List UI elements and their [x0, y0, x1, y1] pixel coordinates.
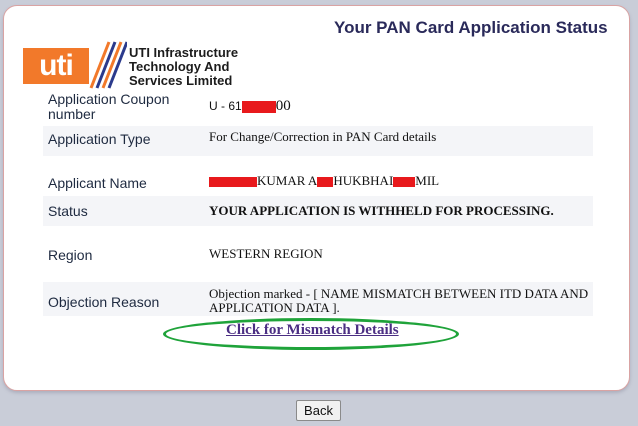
- applicant-name-value: KUMAR A HUKBHAI MIL: [209, 174, 439, 188]
- uti-logo: uti UTI Infrastructure Technology And Se…: [23, 40, 238, 90]
- back-button[interactable]: Back: [296, 400, 341, 421]
- objection-reason-value: Objection marked - [ NAME MISMATCH BETWE…: [209, 286, 589, 315]
- objection-reason-label: Objection Reason: [48, 294, 160, 310]
- redaction-mark: [393, 177, 416, 188]
- redaction-mark: [209, 177, 257, 188]
- application-type-value: For Change/Correction in PAN Card detail…: [209, 129, 437, 144]
- logo-stripes-icon: [89, 41, 127, 89]
- mismatch-details-link[interactable]: Click for Mismatch Details: [226, 322, 399, 339]
- coupon-value: U - 61 00: [209, 98, 291, 114]
- company-name: UTI Infrastructure Technology And Servic…: [129, 45, 239, 88]
- applicant-name-label: Applicant Name: [48, 175, 147, 191]
- redaction-mark: [317, 177, 334, 188]
- application-type-label: Application Type: [48, 131, 151, 147]
- row-objection-reason: Objection Reason Objection marked - [ NA…: [43, 282, 593, 316]
- region-label: Region: [48, 247, 93, 263]
- page-title: Your PAN Card Application Status: [334, 18, 608, 37]
- redaction-mark: [241, 101, 276, 114]
- logo-mark: uti: [23, 48, 89, 84]
- region-value: WESTERN REGION: [209, 246, 323, 261]
- row-application-type: Application Type For Change/Correction i…: [43, 126, 593, 156]
- status-value: YOUR APPLICATION IS WITHHELD FOR PROCESS…: [209, 203, 554, 218]
- mismatch-link-area: Click for Mismatch Details: [163, 318, 463, 356]
- row-region: Region WESTERN REGION: [43, 240, 593, 268]
- coupon-label: Application Coupon number: [48, 91, 170, 122]
- row-coupon: Application Coupon number U - 61 00: [43, 92, 593, 126]
- status-label: Status: [48, 203, 88, 219]
- row-status: Status YOUR APPLICATION IS WITHHELD FOR …: [43, 196, 593, 226]
- row-applicant-name: Applicant Name KUMAR A HUKBHAI MIL: [43, 164, 593, 194]
